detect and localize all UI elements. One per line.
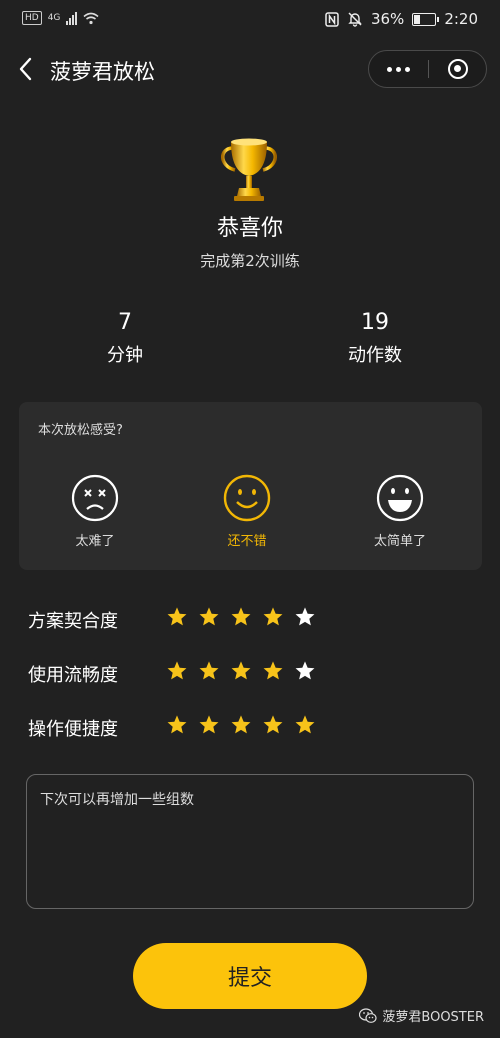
watermark-text: 菠萝君BOOSTER: [382, 1010, 484, 1025]
close-mini-program-button[interactable]: [429, 51, 487, 87]
mute-bell-icon: [348, 12, 362, 27]
status-bar: HD 4G 36% 2:20: [0, 0, 500, 40]
feeling-option-label: 太简单了: [373, 534, 426, 549]
trophy-icon: [221, 138, 277, 201]
wechat-icon: [359, 1007, 377, 1023]
feeling-option-label: 还不错: [227, 534, 267, 549]
laugh-face-icon: [376, 474, 424, 522]
star-empty-icon[interactable]: [294, 660, 316, 682]
stat-minutes: 7 分钟: [55, 310, 195, 367]
star-filled-icon[interactable]: [262, 714, 284, 736]
feeling-option-label: 太难了: [75, 534, 115, 549]
page-title: 菠萝君放松: [50, 60, 155, 84]
network-type: 4G: [47, 13, 61, 23]
stat-value: 19: [361, 310, 389, 335]
star-filled-icon[interactable]: [230, 660, 252, 682]
sad-face-icon: [71, 474, 119, 522]
star-filled-icon[interactable]: [230, 606, 252, 628]
star-filled-icon[interactable]: [166, 660, 188, 682]
feedback-text: 下次可以再增加一些组数: [40, 792, 194, 808]
feeling-option-not-bad[interactable]: 还不错: [197, 474, 297, 549]
stat-label: 分钟: [107, 345, 143, 366]
rating-label: 方案契合度: [28, 611, 118, 632]
star-rating: [166, 660, 316, 682]
mini-program-capsule: [368, 50, 487, 88]
training-count-text: 完成第2次训练: [200, 252, 300, 270]
star-filled-icon[interactable]: [262, 660, 284, 682]
star-empty-icon[interactable]: [294, 606, 316, 628]
star-rating: [166, 606, 316, 628]
feeling-option-too-hard[interactable]: 太难了: [45, 474, 145, 549]
rating-label: 操作便捷度: [28, 719, 118, 740]
battery-percent: 36%: [370, 10, 405, 28]
star-filled-icon[interactable]: [230, 714, 252, 736]
feedback-textarea[interactable]: 下次可以再增加一些组数: [26, 774, 474, 909]
star-filled-icon[interactable]: [294, 714, 316, 736]
clock: 2:20: [444, 10, 478, 28]
rating-label: 使用流畅度: [28, 665, 118, 686]
rating-row-plan-fit: 方案契合度: [28, 604, 488, 634]
status-left: HD 4G: [22, 11, 99, 25]
hd-badge: HD: [22, 11, 42, 25]
nfc-icon: [325, 11, 339, 27]
congrats-title: 恭喜你: [216, 216, 283, 241]
more-menu-button[interactable]: [369, 51, 428, 87]
status-right: 36% 2:20: [325, 10, 478, 28]
star-filled-icon[interactable]: [262, 606, 284, 628]
nav-bar: 菠萝君放松: [0, 44, 500, 96]
star-filled-icon[interactable]: [198, 606, 220, 628]
stat-value: 7: [118, 310, 132, 335]
stat-label: 动作数: [348, 345, 402, 366]
signal-icon: [66, 11, 78, 25]
battery-icon: [412, 12, 440, 26]
feeling-question: 本次放松感受?: [38, 423, 123, 438]
rating-row-ease-of-use: 操作便捷度: [28, 712, 488, 742]
star-filled-icon[interactable]: [166, 606, 188, 628]
rating-row-smoothness: 使用流畅度: [28, 658, 488, 688]
smile-face-icon: [223, 474, 271, 522]
back-arrow-icon[interactable]: [14, 54, 38, 84]
star-rating: [166, 714, 316, 736]
wechat-watermark: 菠萝君BOOSTER: [359, 1006, 484, 1025]
submit-button[interactable]: 提交: [133, 943, 367, 1009]
star-filled-icon[interactable]: [198, 660, 220, 682]
target-circle-icon: [448, 59, 468, 79]
wifi-icon: [83, 12, 99, 24]
feeling-card: 本次放松感受? 太难了 还不错 太简单了: [19, 402, 482, 570]
feeling-option-too-easy[interactable]: 太简单了: [350, 474, 450, 549]
stat-actions: 19 动作数: [305, 310, 445, 367]
star-filled-icon[interactable]: [198, 714, 220, 736]
battery-fill: [414, 14, 421, 24]
star-filled-icon[interactable]: [166, 714, 188, 736]
